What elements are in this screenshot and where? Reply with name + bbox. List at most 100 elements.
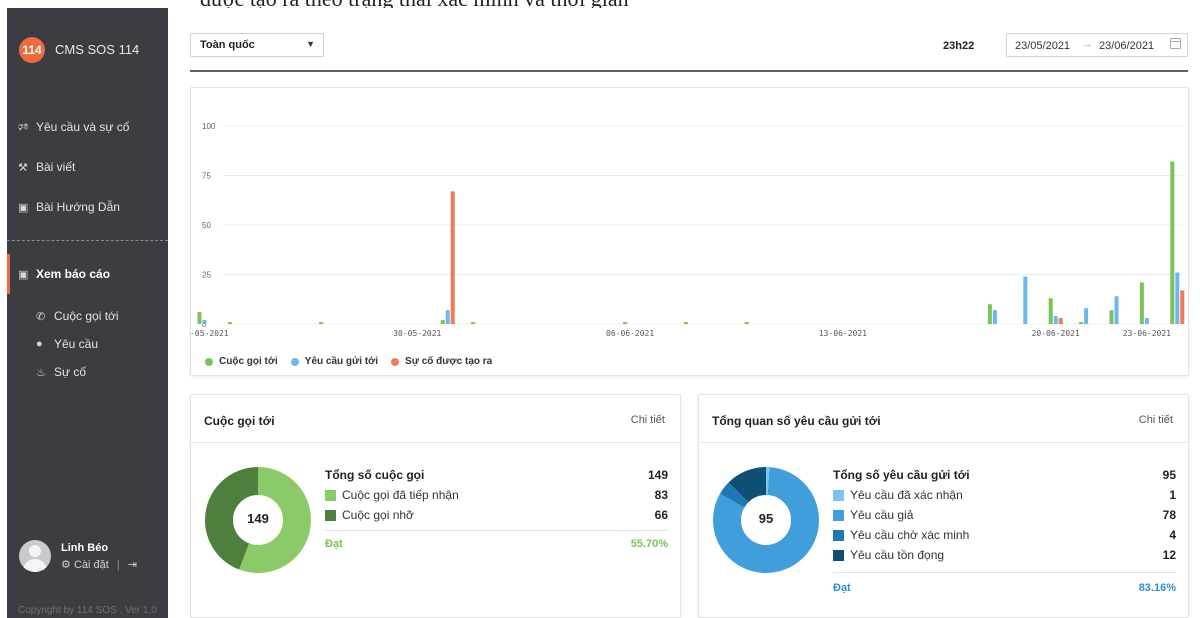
sidebar-subitem-incoming-calls[interactable]: ✆ Cuộc gọi tới bbox=[7, 305, 168, 327]
date-to[interactable]: 23/06/2021 bbox=[1099, 40, 1154, 52]
donut-center-value: 95 bbox=[758, 511, 774, 526]
phone-icon: ✆ bbox=[36, 310, 46, 323]
sidebar: 114 CMS SOS 114 🕫 Yêu cầu và sự cố ⚒ Bài… bbox=[7, 8, 168, 618]
stat-divider bbox=[833, 572, 1176, 573]
bar-calls[interactable] bbox=[623, 322, 628, 324]
bar-calls[interactable] bbox=[987, 304, 992, 324]
stat-row: Yêu cầu tồn đọng 12 bbox=[833, 546, 1176, 564]
date-from[interactable]: 23/05/2021 bbox=[1015, 40, 1070, 52]
current-time: 23h22 bbox=[943, 40, 975, 52]
sidebar-item-label: Bài Hướng Dẫn bbox=[36, 200, 120, 214]
bar-calls[interactable] bbox=[683, 322, 688, 324]
legend-label: Yêu cầu gửi tới bbox=[304, 356, 379, 367]
bar-requests[interactable] bbox=[1114, 296, 1119, 324]
user-actions: ⚙ Cài đặt | ⇥ bbox=[61, 559, 137, 571]
stat-value: 95 bbox=[1162, 468, 1176, 482]
legend-label: Cuộc gọi tới bbox=[219, 356, 278, 367]
bar-calls[interactable] bbox=[1048, 298, 1053, 324]
sidebar-item-requests-incidents[interactable]: 🕫 Yêu cầu và sự cố bbox=[7, 116, 168, 138]
bar-calls[interactable] bbox=[319, 322, 324, 324]
date-range-picker[interactable]: 23/05/2021 → 23/06/2021 bbox=[1006, 33, 1188, 57]
stat-label: Yêu cầu đã xác nhận bbox=[850, 488, 963, 502]
stat-value: 78 bbox=[1162, 508, 1176, 522]
sidebar-item-label: Xem báo cáo bbox=[36, 267, 111, 281]
bar-incidents[interactable] bbox=[1180, 290, 1185, 324]
bar-requests[interactable] bbox=[445, 310, 450, 324]
stat-row: Yêu cầu chờ xác minh 4 bbox=[833, 526, 1176, 544]
sidebar-subitem-requests[interactable]: ● Yêu cầu bbox=[7, 333, 168, 355]
bar-calls[interactable] bbox=[440, 320, 445, 324]
bar-requests[interactable] bbox=[1175, 272, 1180, 324]
bar-calls[interactable] bbox=[197, 312, 202, 324]
x-tick-label: 20-06-2021 bbox=[1032, 329, 1080, 338]
legend-item[interactable]: Yêu cầu gửi tới bbox=[290, 356, 379, 367]
stat-total-row: Tổng số cuộc gọi 149 bbox=[325, 466, 668, 484]
detail-link[interactable]: Chi tiết bbox=[1139, 414, 1173, 426]
legend-swatch bbox=[290, 357, 299, 366]
sidebar-item-label: Bài viết bbox=[36, 160, 76, 174]
gear-icon[interactable]: ⚙ bbox=[61, 559, 71, 571]
brand[interactable]: 114 CMS SOS 114 bbox=[7, 35, 168, 63]
stat-label: Cuộc gọi nhỡ bbox=[342, 508, 414, 522]
bar-incidents[interactable] bbox=[1058, 318, 1063, 324]
footer-value: 55.70% bbox=[630, 538, 668, 550]
bar-calls[interactable] bbox=[227, 322, 232, 324]
book-icon: ▣ bbox=[18, 201, 29, 214]
sidebar-item-guides[interactable]: ▣ Bài Hướng Dẫn bbox=[7, 196, 168, 218]
bar-calls[interactable] bbox=[471, 322, 476, 324]
sidebar-item-reports[interactable]: ▣ Xem báo cáo bbox=[7, 263, 168, 285]
legend-label: Sự cố được tạo ra bbox=[405, 356, 493, 367]
bar-calls[interactable] bbox=[1109, 310, 1114, 324]
stat-divider bbox=[325, 530, 668, 531]
bar-requests[interactable] bbox=[992, 310, 997, 324]
bar-calls[interactable] bbox=[744, 322, 749, 324]
sidebar-item-articles[interactable]: ⚒ Bài viết bbox=[7, 156, 168, 178]
header-divider bbox=[190, 70, 1188, 72]
sidebar-subitem-incidents[interactable]: ♨ Sự cố bbox=[7, 361, 168, 383]
y-tick-label: 75 bbox=[202, 172, 211, 181]
logout-icon[interactable]: ⇥ bbox=[128, 559, 137, 571]
sidebar-divider bbox=[7, 240, 168, 241]
calendar-icon[interactable] bbox=[1170, 38, 1181, 49]
y-tick-label: 100 bbox=[202, 122, 216, 131]
legend-swatch bbox=[325, 509, 336, 521]
detail-link[interactable]: Chi tiết bbox=[631, 414, 665, 426]
y-tick-label: 25 bbox=[202, 271, 211, 280]
x-tick-label: 13-06-2021 bbox=[819, 329, 867, 338]
sidebar-item-label: Yêu cầu bbox=[54, 337, 99, 351]
bar-calls[interactable] bbox=[1170, 161, 1175, 324]
sidebar-item-label: Sự cố bbox=[54, 365, 87, 379]
user-name: Linh Béo bbox=[61, 542, 109, 554]
legend-swatch bbox=[833, 529, 844, 541]
legend-item[interactable]: Sự cố được tạo ra bbox=[391, 356, 492, 367]
stat-label: Cuộc gọi đã tiếp nhận bbox=[342, 488, 459, 502]
bar-requests[interactable] bbox=[1144, 318, 1149, 324]
stat-value: 4 bbox=[1169, 528, 1176, 542]
bar-calls[interactable] bbox=[1139, 282, 1144, 324]
x-tick-label: 06-06-2021 bbox=[606, 329, 654, 338]
brand-logo: 114 bbox=[19, 37, 45, 63]
card-title: Cuộc gọi tới bbox=[204, 414, 275, 428]
stat-value: 12 bbox=[1162, 548, 1176, 562]
bar-requests[interactable] bbox=[1023, 276, 1028, 324]
bar-requests[interactable] bbox=[1084, 308, 1089, 324]
avatar[interactable] bbox=[19, 540, 51, 572]
legend-swatch bbox=[205, 357, 213, 366]
x-tick-label: 30-05-2021 bbox=[393, 329, 441, 338]
settings-link[interactable]: Cài đặt bbox=[74, 559, 109, 571]
footer-label: Đạt bbox=[325, 538, 343, 550]
megaphone-icon: 🕫 bbox=[18, 120, 29, 133]
bar-requests[interactable] bbox=[202, 320, 207, 324]
bar-requests[interactable] bbox=[1053, 316, 1058, 324]
sidebar-item-label: Yêu cầu và sự cố bbox=[36, 120, 130, 134]
legend-swatch bbox=[833, 509, 844, 521]
sidebar-item-label: Cuộc gọi tới bbox=[54, 309, 119, 323]
legend-item[interactable]: Cuộc gọi tới bbox=[205, 356, 278, 367]
bar-calls[interactable] bbox=[1079, 322, 1084, 324]
bar-incidents[interactable] bbox=[450, 191, 455, 324]
stat-label: Yêu cầu tồn đọng bbox=[850, 548, 945, 562]
stat-value: 149 bbox=[647, 468, 668, 482]
legend-swatch bbox=[325, 489, 336, 501]
stat-row: Yêu cầu đã xác nhận 1 bbox=[833, 486, 1176, 504]
region-select[interactable]: Toàn quốc ▼ bbox=[190, 33, 324, 57]
